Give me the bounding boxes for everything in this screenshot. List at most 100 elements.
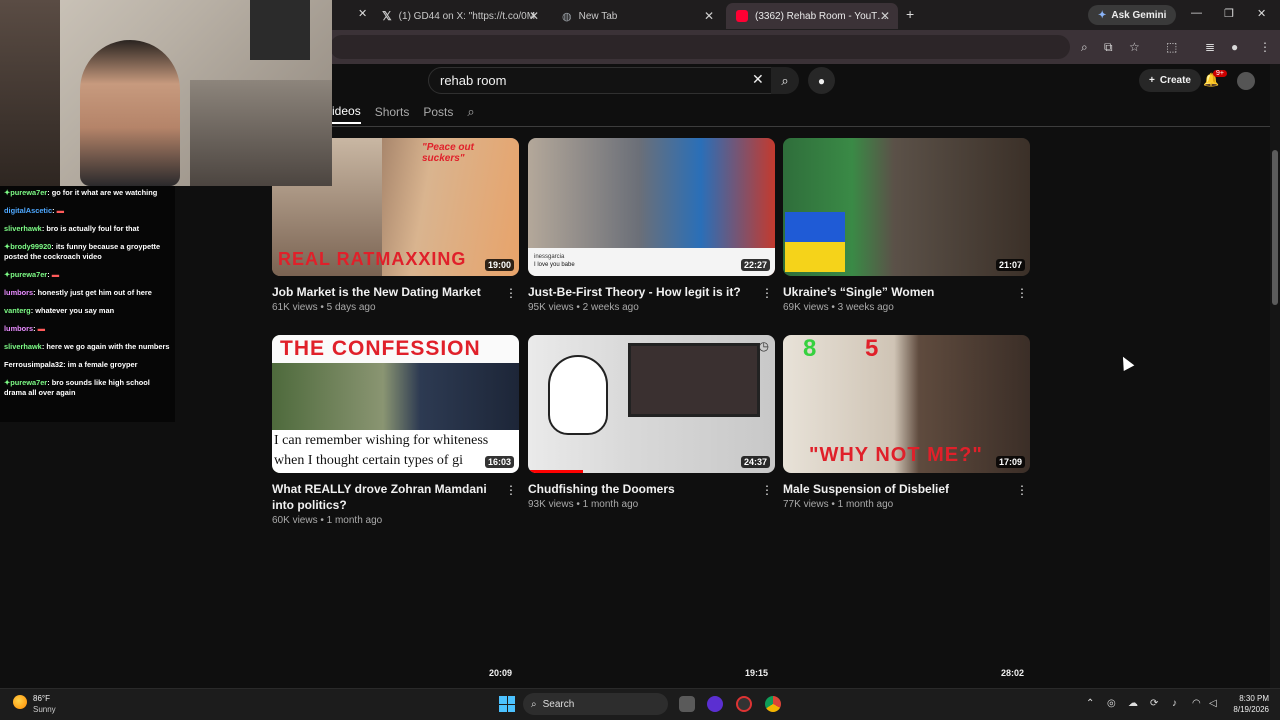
zoom-icon[interactable]: ⌕ — [1081, 40, 1088, 55]
search-icon[interactable]: ⌕ — [467, 104, 474, 120]
streamer — [80, 40, 180, 186]
voice-search-button[interactable]: ● — [808, 67, 835, 94]
obs-icon[interactable] — [736, 696, 752, 712]
video-meta: 69K views • 3 weeks ago — [783, 302, 894, 313]
tray-mic-icon[interactable]: ♪ — [1172, 698, 1177, 709]
minimize-icon[interactable]: — — [1191, 7, 1202, 19]
video-title[interactable]: Male Suspension of Disbelief — [783, 481, 1008, 497]
new-tab-button[interactable]: + — [906, 6, 914, 22]
create-label: Create — [1159, 75, 1191, 86]
video-card[interactable]: 24:37 ◷ Chudfishing the Doomers 93K view… — [528, 335, 775, 510]
video-title[interactable]: Ukraine’s “Single” Women — [783, 284, 1008, 300]
close-icon[interactable]: ✕ — [704, 9, 714, 23]
webcam-overlay — [0, 0, 332, 186]
wifi-icon[interactable]: ◠ — [1192, 698, 1201, 709]
video-thumbnail[interactable]: 21:07 — [783, 138, 1030, 276]
close-icon[interactable]: ✕ — [529, 9, 539, 23]
more-options-icon[interactable]: ⋮ — [505, 286, 517, 300]
tab-new-tab[interactable]: ◍ New Tab ✕ — [552, 3, 722, 29]
more-options-icon[interactable]: ⋮ — [1016, 286, 1028, 300]
tray-update-icon[interactable]: ⟳ — [1150, 698, 1158, 709]
emote-icon: ▬ — [56, 206, 64, 215]
chat-user: purewa7er — [10, 188, 48, 197]
thumbnail-caption: "Peace out suckers" — [422, 142, 474, 164]
video-thumbnail[interactable]: 8 5 "WHY NOT ME?" 17:09 — [783, 335, 1030, 473]
avatar[interactable] — [1237, 72, 1255, 90]
video-thumbnail[interactable]: 24:37 ◷ — [528, 335, 775, 473]
tray-app-icon[interactable]: ◎ — [1107, 698, 1116, 709]
tab-videos[interactable]: ideos — [332, 104, 361, 124]
search-button[interactable]: ⌕ — [771, 67, 799, 94]
close-icon[interactable]: ✕ — [880, 9, 890, 23]
emote-icon: ▬ — [51, 270, 60, 279]
volume-icon[interactable]: ◁ — [1209, 698, 1217, 709]
window-close-icon[interactable]: ✕ — [1257, 7, 1266, 20]
chrome-icon[interactable] — [765, 696, 781, 712]
ask-gemini-button[interactable]: ✦ Ask Gemini — [1088, 5, 1177, 25]
chat-message: lumbors: honestly just get him out of he… — [4, 288, 152, 297]
address-bar[interactable] — [330, 35, 1070, 59]
notification-badge: 9+ — [1213, 70, 1227, 77]
tab-shorts[interactable]: Shorts — [375, 105, 410, 119]
video-title[interactable]: Just-Be-First Theory - How legit is it? — [528, 284, 753, 300]
divider — [272, 126, 1272, 127]
weather-temperature[interactable]: 86°F — [33, 694, 50, 703]
clear-search-icon[interactable]: ✕ — [752, 71, 764, 88]
close-icon[interactable]: ✕ — [358, 7, 367, 20]
chat-overlay: ✦purewa7er: go for it what are we watchi… — [0, 186, 175, 422]
youtube-icon — [736, 10, 748, 22]
video-title[interactable]: What REALLY drove Zohran Mamdani into po… — [272, 481, 497, 513]
chat-user: sliverhawk — [4, 342, 42, 351]
video-title[interactable]: Job Market is the New Dating Market — [272, 284, 497, 300]
video-card[interactable]: 21:07 Ukraine’s “Single” Women 69K views… — [783, 138, 1030, 313]
video-card[interactable]: 8 5 "WHY NOT ME?" 17:09 Male Suspension … — [783, 335, 1030, 510]
video-duration: 17:09 — [995, 456, 1025, 468]
extensions-icon[interactable]: ⬚ — [1166, 40, 1177, 54]
taskbar-clock[interactable]: 8:30 PM 8/19/2026 — [1229, 693, 1269, 715]
app-icon[interactable] — [707, 696, 723, 712]
more-options-icon[interactable]: ⋮ — [761, 286, 773, 300]
chat-user: brody99920 — [10, 242, 52, 251]
microphone-icon: ● — [817, 73, 826, 88]
task-view-icon[interactable] — [679, 696, 695, 712]
video-duration: 19:00 — [484, 259, 514, 271]
video-thumbnail[interactable]: inessgarcia I love you babe 22:27 — [528, 138, 775, 276]
monitor-screen — [628, 343, 760, 417]
comment-user: inessgarcia — [534, 254, 565, 260]
more-options-icon[interactable]: ⋮ — [1016, 483, 1028, 497]
tab-posts[interactable]: Posts — [423, 105, 453, 119]
video-title[interactable]: Chudfishing the Doomers — [528, 481, 753, 497]
profile-icon[interactable]: ● — [1231, 40, 1238, 54]
create-button[interactable]: + Create — [1139, 69, 1201, 92]
more-options-icon[interactable]: ⋮ — [761, 483, 773, 497]
video-card[interactable]: THE CONFESSION I can remember wishing fo… — [272, 335, 519, 526]
taskbar-search[interactable]: ⌕ Search — [523, 693, 668, 715]
tab-x[interactable]: 𝕏 (1) GD44 on X: "https://t.co/0M ✕ — [372, 3, 547, 29]
video-thumbnail[interactable]: THE CONFESSION I can remember wishing fo… — [272, 335, 519, 473]
search-query[interactable]: rehab room — [440, 73, 506, 88]
tray-chevron-icon[interactable]: ⌃ — [1086, 698, 1094, 709]
chat-message: Ferrousimpala32: im a female groyper — [4, 360, 138, 369]
more-menu-icon[interactable]: ⋮ — [1259, 40, 1271, 54]
weather-sun-icon[interactable] — [13, 695, 27, 709]
maximize-icon[interactable]: ❐ — [1224, 7, 1234, 20]
chat-message: ✦purewa7er: go for it what are we watchi… — [4, 188, 158, 197]
scrollbar-thumb[interactable] — [1272, 150, 1278, 305]
more-options-icon[interactable]: ⋮ — [505, 483, 517, 497]
video-card[interactable]: inessgarcia I love you babe 22:27 Just-B… — [528, 138, 775, 313]
clock-icon[interactable]: ◷ — [759, 339, 769, 353]
tray-cloud-icon[interactable]: ☁ — [1128, 698, 1138, 709]
reading-list-icon[interactable]: ≣ — [1205, 40, 1215, 54]
chat-user: digitalAscetic — [4, 206, 53, 215]
chat-text: honestly just get him out of here — [37, 288, 152, 297]
thumbnail-caption: "WHY NOT ME?" — [809, 444, 983, 466]
windows-start-button[interactable] — [499, 696, 515, 712]
tab-youtube[interactable]: (3362) Rehab Room - YouTube ✕ — [726, 3, 898, 29]
weather-condition[interactable]: Sunny — [33, 705, 56, 714]
video-duration: 24:37 — [740, 456, 770, 468]
install-app-icon[interactable]: ⧉ — [1104, 40, 1113, 55]
plus-icon: + — [1149, 75, 1155, 86]
chat-message: ✦purewa7er: ▬ — [4, 270, 60, 279]
bookmark-star-icon[interactable]: ☆ — [1129, 40, 1140, 54]
tab-title: (3362) Rehab Room - YouTube — [755, 10, 888, 22]
